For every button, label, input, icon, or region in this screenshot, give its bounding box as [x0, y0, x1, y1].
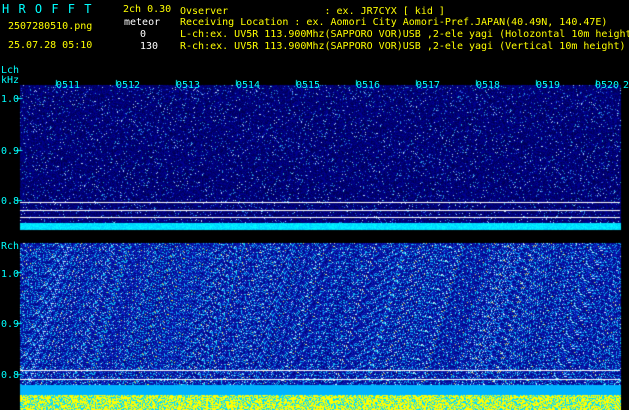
meteor-label: meteor [124, 17, 161, 28]
filename-label: 2507280510.png [8, 21, 93, 32]
time-tick: 0519 [536, 80, 561, 91]
meteor-count-lch: 0 [140, 29, 147, 40]
location-line: Receiving Location : ex. Aomori City Aom… [180, 17, 608, 28]
time-tick: 0515 [296, 80, 321, 91]
rch-description: R-ch:ex. UV5R 113.900Mhz(SAPPORO VOR)USB… [180, 41, 626, 52]
rch-ytick-0-9: 0.9 [1, 319, 20, 330]
rch-ytick-1-0: 1.0 [1, 269, 20, 280]
time-tick: 0514 [236, 80, 261, 91]
lch-ytick-0-8: 0.8 [1, 196, 20, 207]
rch-ytick-0-8: 0.8 [1, 370, 20, 381]
header-panel: H R O F F T 2ch 0.30 2507280510.png 25.0… [0, 0, 629, 60]
lch-unit-label: kHz [1, 75, 20, 86]
rch-channel-label: Rch [1, 241, 20, 252]
time-tick: 0517 [416, 80, 441, 91]
rch-spectrogram [0, 235, 629, 410]
lch-description: L-ch:ex. UV5R 113.900Mhz(SAPPORO VOR)USB… [180, 29, 629, 40]
time-tick: 0516 [356, 80, 381, 91]
observer-line: Ovserver : ex. JR7CYX [ kid ] [180, 6, 445, 17]
meteor-count-rch: 130 [140, 41, 159, 52]
time-tick: 0518 [476, 80, 501, 91]
time-tick: 0512 [116, 80, 141, 91]
lch-ytick-0-9: 0.9 [1, 146, 20, 157]
lch-ytick-1-0: 1.0 [1, 94, 20, 105]
time-tick: 0511 [56, 80, 81, 91]
time-tick: 0513 [176, 80, 201, 91]
datetime-label: 25.07.28 05:10 [8, 40, 93, 51]
app-title: H R O F F T [2, 2, 93, 16]
spectrogram-area: Lch kHz 1.0 0.9 0.8 0511 0512 0513 0514 … [0, 60, 629, 410]
time-tick: 0520 [595, 80, 620, 91]
time-tick: 2 [623, 80, 629, 91]
channel-info: 2ch 0.30 [123, 4, 172, 15]
